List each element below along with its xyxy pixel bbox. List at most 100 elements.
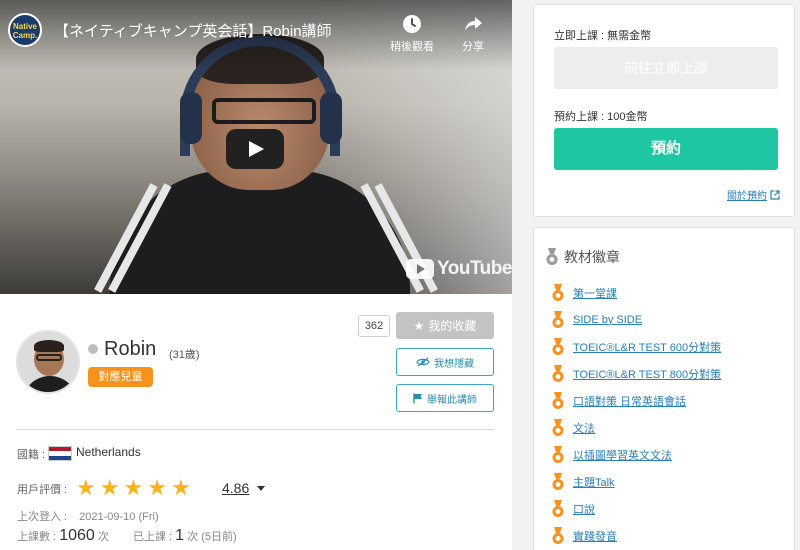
badge-list-item: 口語對策 日常英語會話 [552, 387, 721, 414]
badge-list-item: 文法 [552, 414, 721, 441]
last-login: 上次登入 : 2021-09-10 (Fri) [17, 508, 159, 524]
instant-lesson-label: 立即上課 : 無需金幣 [554, 30, 652, 42]
medal-icon [552, 391, 564, 409]
attended-note: (5日前) [201, 531, 237, 543]
video-frame-earcup [180, 92, 202, 144]
lesson-count-unit: 次 [97, 531, 109, 543]
badges-title: 教材徽章 [564, 249, 620, 265]
favorite-button[interactable]: ★ 我的收藏 [396, 312, 494, 339]
badge-list-item: 主題Talk [552, 468, 721, 495]
flag-icon [413, 393, 422, 403]
attended-unit: 次 [187, 531, 199, 543]
section-divider [16, 429, 494, 430]
external-link-icon [770, 189, 780, 200]
attended-value: 1 [175, 527, 185, 544]
medal-icon [552, 499, 564, 517]
badge-link[interactable]: 文法 [573, 420, 595, 436]
reserve-button[interactable]: 預約 [554, 128, 778, 170]
share-button[interactable]: 分享 [446, 14, 500, 54]
badge-list-item: 實踐發音 [552, 522, 721, 549]
report-tutor-label: 舉報此講師 [427, 394, 477, 406]
badge-list: 第一堂課 SIDE by SIDE TOEIC®L&R TEST 600分對策 TOE… [552, 279, 721, 549]
badge-list-item: 第一堂課 [552, 279, 721, 306]
star-icon: ★ [170, 475, 191, 500]
medal-icon [552, 283, 564, 301]
badge-link[interactable]: 口說 [573, 501, 595, 517]
lesson-stats: 上課數 : 1060 次 已上課 : 1 次 (5日前) [17, 527, 237, 545]
star-icon: ★ [413, 318, 425, 333]
medal-icon [546, 248, 558, 265]
badges-heading: 教材徽章 [546, 247, 620, 267]
badge-list-item: TOEIC®L&R TEST 800分對策 [552, 360, 721, 387]
star-icon: ★ [123, 475, 144, 500]
instant-lesson-button[interactable]: 前往立即上課 [554, 47, 778, 89]
about-reservation-link[interactable]: 關於預約 [727, 187, 780, 202]
share-arrow-icon [465, 17, 482, 31]
avatar-hair [34, 340, 64, 352]
netherlands-flag-icon [48, 446, 72, 461]
flag-stripe [49, 455, 71, 460]
medal-icon [552, 418, 564, 436]
last-login-value: 2021-09-10 (Fri) [79, 511, 159, 523]
tutor-profile-card: Native Camp. 【ネイティブキャンプ英会話】Robin講師 稍後觀看 … [0, 0, 512, 550]
badge-link[interactable]: SIDE by SIDE [573, 314, 642, 326]
badge-link[interactable]: TOEIC®L&R TEST 600分對策 [573, 339, 721, 355]
reserve-lesson-label: 預約上課 : 100金幣 [554, 111, 648, 123]
medal-icon [552, 526, 564, 544]
online-status-dot [88, 344, 98, 354]
badge-link[interactable]: 第一堂課 [573, 285, 617, 301]
medal-icon [552, 445, 564, 463]
medal-icon [552, 310, 564, 328]
star-icon: ★ [76, 475, 96, 500]
booking-card: 立即上課 : 無需金幣 前往立即上課 預約上課 : 100金幣 預約 關於預約 [533, 4, 795, 217]
badge-link[interactable]: TOEIC®L&R TEST 800分對策 [573, 366, 721, 382]
channel-logo[interactable]: Native Camp. [8, 13, 42, 47]
favorite-label: 我的收藏 [428, 319, 477, 333]
badge-link[interactable]: 實踐發音 [573, 528, 617, 544]
lesson-count-label: 上課數 : [17, 531, 57, 543]
avatar-glasses [36, 354, 62, 361]
badge-list-item: 口說 [552, 495, 721, 522]
lesson-count-value: 1060 [59, 527, 95, 544]
star-icon: ★ [147, 475, 167, 500]
intro-video-player[interactable]: Native Camp. 【ネイティブキャンプ英会話】Robin講師 稍後觀看 … [0, 0, 512, 294]
youtube-play-icon [406, 259, 434, 279]
rating-value-link[interactable]: 4.86 [222, 480, 249, 496]
attended-label: 已上課 : [132, 531, 173, 543]
medal-icon [552, 364, 564, 382]
badge-link[interactable]: 主題Talk [573, 474, 615, 490]
rating-label: 用戶評價 : [17, 484, 68, 496]
hide-tutor-label: 我想隱藏 [434, 358, 474, 370]
medal-icon [552, 337, 564, 355]
last-login-label: 上次登入 : [17, 511, 68, 523]
about-reservation-label: 關於預約 [727, 191, 767, 202]
caret-down-icon[interactable] [257, 486, 265, 491]
hide-tutor-button[interactable]: 我想隱藏 [396, 348, 494, 376]
avatar-body [22, 376, 78, 392]
badge-list-item: SIDE by SIDE [552, 306, 721, 333]
tutor-age: (31歲) [169, 349, 200, 361]
badge-list-item: 以插圖學習英文文法 [552, 441, 721, 468]
play-button[interactable] [226, 129, 284, 169]
video-title[interactable]: 【ネイティブキャンプ英会話】Robin講師 [54, 20, 332, 41]
share-label: 分享 [462, 41, 484, 53]
nationality-value: Netherlands [76, 445, 141, 459]
watch-later-label: 稍後觀看 [390, 41, 434, 53]
favorite-count: 362 [358, 315, 390, 337]
report-tutor-button[interactable]: 舉報此講師 [396, 384, 494, 412]
avatar [16, 330, 80, 394]
badge-link[interactable]: 口語對策 日常英語會話 [573, 393, 686, 409]
nationality-label: 國籍 : [17, 449, 46, 461]
badge-list-item: TOEIC®L&R TEST 600分對策 [552, 333, 721, 360]
youtube-logo[interactable]: YouTube [406, 258, 512, 280]
video-frame-earcup [320, 92, 342, 144]
rating-stars: ★ ★ ★ ★ ★ [76, 477, 191, 499]
eye-slash-icon [416, 357, 430, 367]
badge-link[interactable]: 以插圖學習英文文法 [573, 447, 672, 463]
kids-support-badge: 對應兒童 [88, 367, 153, 387]
star-icon: ★ [99, 475, 120, 500]
material-badges-card: 教材徽章 第一堂課 SIDE by SIDE TOEIC®L&R TEST 600分… [533, 227, 795, 550]
watch-later-button[interactable]: 稍後觀看 [385, 14, 439, 54]
clock-icon [403, 15, 421, 33]
youtube-wordmark: YouTube [437, 258, 512, 279]
